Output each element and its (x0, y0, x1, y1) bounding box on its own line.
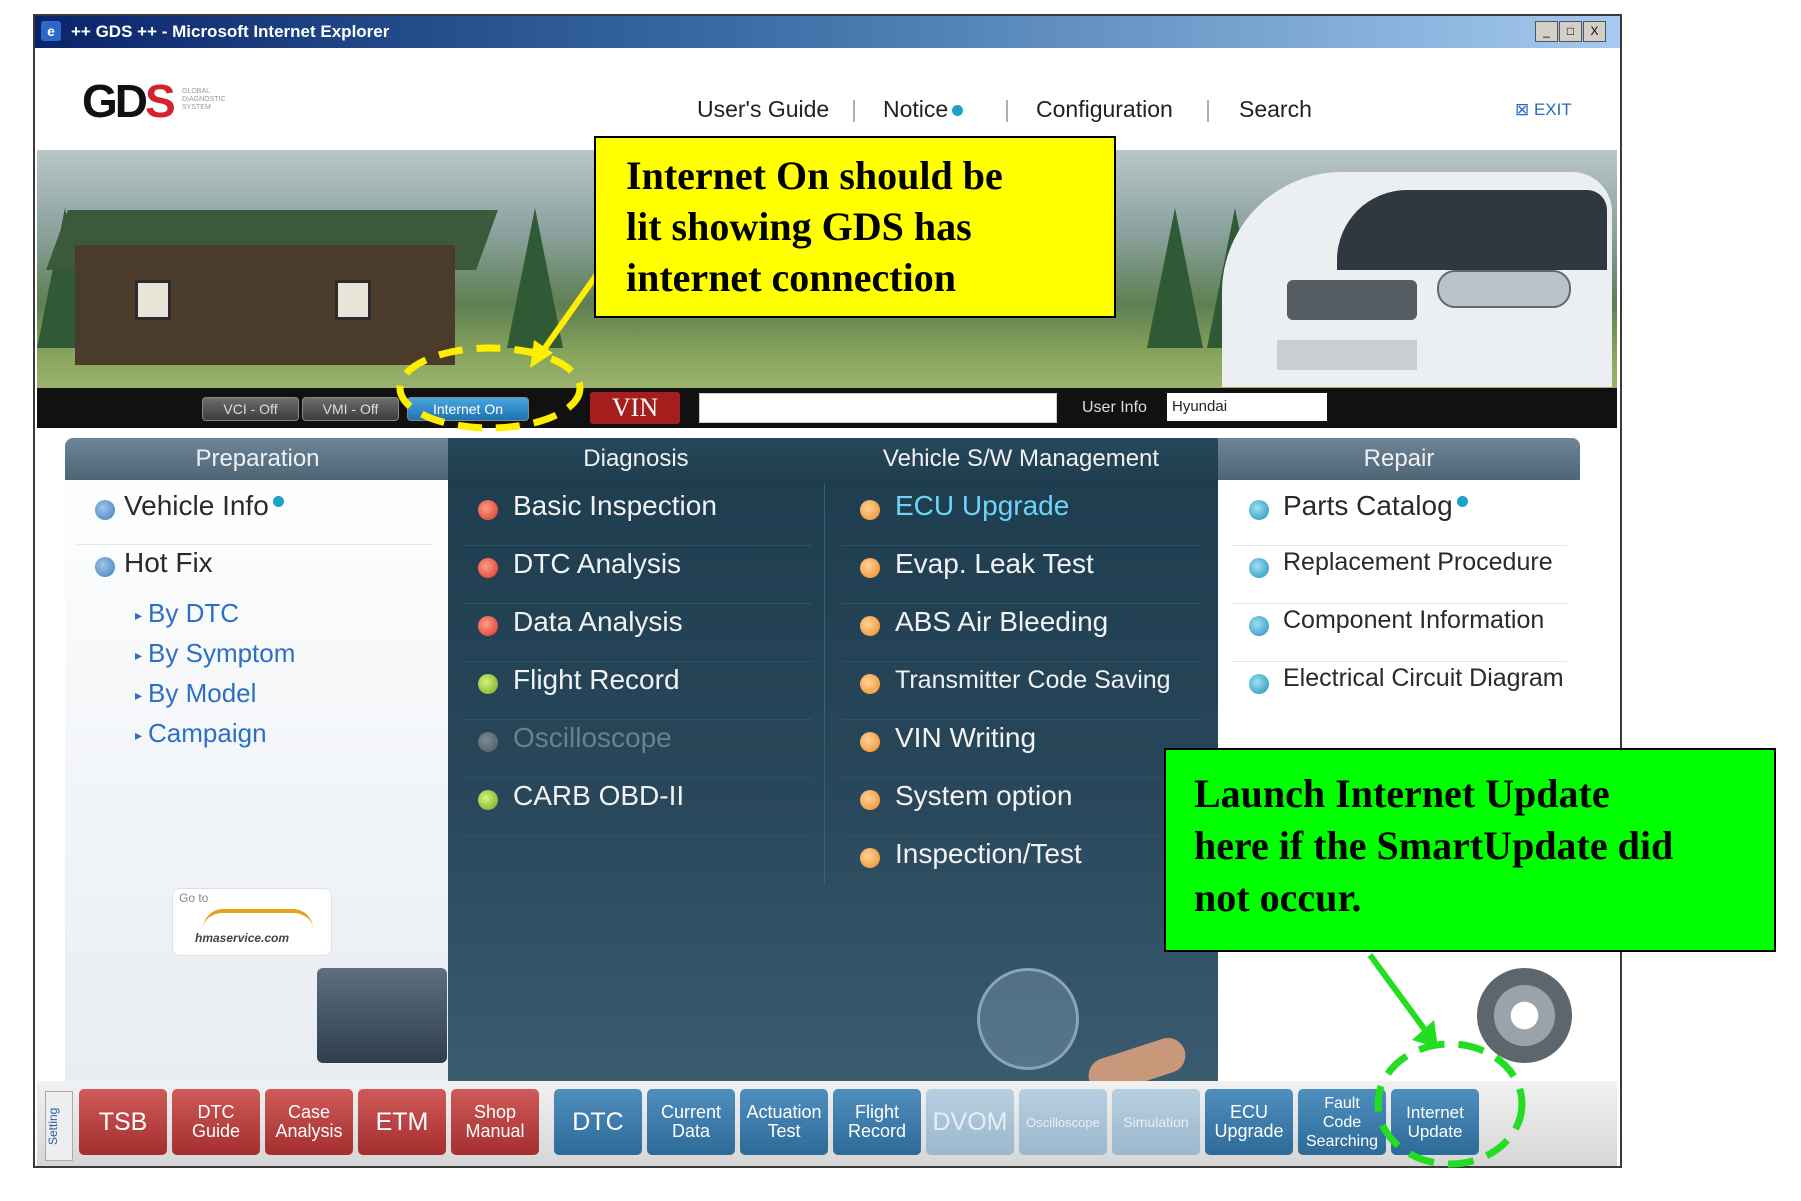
internet-update-callout: Launch Internet Update here if the Smart… (1164, 748, 1776, 952)
yellow-arrow-line (537, 268, 603, 357)
internet-update-highlight (1374, 1040, 1526, 1168)
green-arrow-head (1412, 1020, 1438, 1048)
green-arrow-line (1367, 953, 1428, 1032)
callout-internet-line-1: Internet On should be (626, 153, 1003, 198)
callout-update-line-3: not occur. (1194, 875, 1362, 920)
callout-internet-line-3: internet connection (626, 255, 956, 300)
callout-update-line-1: Launch Internet Update (1194, 771, 1610, 816)
internet-on-callout: Internet On should be lit showing GDS ha… (594, 136, 1116, 318)
callout-internet-line-2: lit showing GDS has (626, 204, 972, 249)
internet-on-highlight (396, 344, 584, 432)
callout-update-line-2: here if the SmartUpdate did (1194, 823, 1674, 868)
